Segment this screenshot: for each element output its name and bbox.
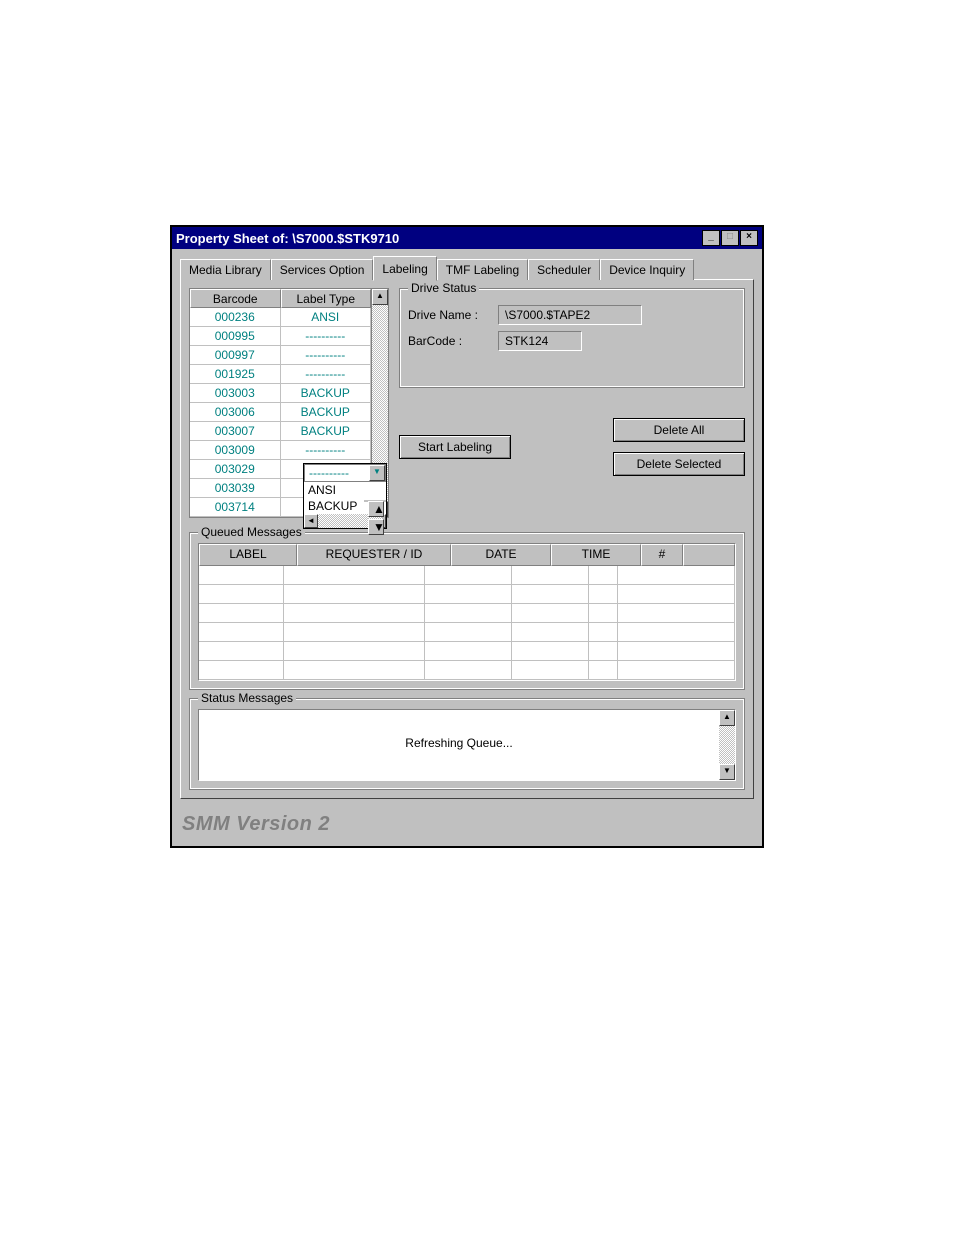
combo-option[interactable]: BACKUP — [304, 498, 372, 514]
barcode-label: BarCode : — [408, 334, 498, 348]
col-requester[interactable]: REQUESTER / ID — [297, 544, 451, 566]
table-row[interactable]: 000236ANSI — [190, 308, 371, 327]
minimize-button[interactable]: _ — [702, 230, 720, 246]
start-labeling-button[interactable]: Start Labeling — [399, 435, 511, 459]
combo-vertical-scrollbar[interactable]: ▲ ▼ — [364, 500, 386, 502]
table-row[interactable] — [199, 566, 735, 585]
table-row[interactable] — [199, 661, 735, 680]
footer-version: SMM Version 2 — [172, 807, 762, 846]
queued-messages-table[interactable]: LABEL REQUESTER / ID DATE TIME # — [198, 543, 736, 681]
status-messages-legend: Status Messages — [198, 691, 296, 705]
scroll-up-icon[interactable]: ▲ — [368, 501, 384, 517]
table-row[interactable]: 000997---------- — [190, 346, 371, 365]
drive-name-value: \S7000.$TAPE2 — [498, 305, 642, 325]
tabs: Media Library Services Option Labeling T… — [180, 255, 754, 280]
label-type-combo[interactable]: ---------- ▼ ANSI BACKUP ▲ ▼ — [303, 463, 387, 529]
chevron-down-icon[interactable]: ▼ — [369, 465, 385, 481]
tab-panel-labeling: Barcode Label Type 000236ANSI 000995----… — [180, 279, 754, 799]
titlebar: Property Sheet of: \S7000.$STK9710 _ □ × — [172, 227, 762, 249]
tab-labeling[interactable]: Labeling — [373, 256, 436, 281]
maximize-button: □ — [721, 230, 739, 246]
barcode-table-wrap: Barcode Label Type 000236ANSI 000995----… — [189, 288, 389, 518]
delete-all-button[interactable]: Delete All — [613, 418, 745, 442]
status-text: Refreshing Queue... — [199, 710, 719, 780]
scroll-down-icon[interactable]: ▼ — [719, 764, 735, 780]
close-button[interactable]: × — [740, 230, 758, 246]
scroll-up-icon[interactable]: ▲ — [372, 289, 388, 305]
col-time[interactable]: TIME — [551, 544, 641, 566]
table-row[interactable]: 000995---------- — [190, 327, 371, 346]
status-messages-group: Status Messages Refreshing Queue... ▲ ▼ — [189, 698, 745, 790]
property-sheet-window: Property Sheet of: \S7000.$STK9710 _ □ ×… — [170, 225, 764, 848]
barcode-value: STK124 — [498, 331, 582, 351]
barcode-header-barcode[interactable]: Barcode — [190, 289, 281, 308]
col-num[interactable]: # — [641, 544, 683, 566]
drive-status-legend: Drive Status — [408, 281, 479, 295]
delete-selected-button[interactable]: Delete Selected — [613, 452, 745, 476]
barcode-header-label-type[interactable]: Label Type — [281, 289, 372, 308]
scroll-up-icon[interactable]: ▲ — [719, 710, 735, 726]
table-row[interactable]: 003007BACKUP — [190, 422, 371, 441]
window-title: Property Sheet of: \S7000.$STK9710 — [176, 231, 701, 246]
tab-services-option[interactable]: Services Option — [271, 259, 374, 280]
scroll-left-icon[interactable]: ◄ — [304, 514, 318, 528]
table-row[interactable] — [199, 604, 735, 623]
table-row[interactable]: 003006BACKUP — [190, 403, 371, 422]
table-row[interactable]: 003003BACKUP — [190, 384, 371, 403]
table-row[interactable] — [199, 642, 735, 661]
tab-scheduler[interactable]: Scheduler — [528, 259, 600, 280]
status-scrollbar[interactable]: ▲ ▼ — [719, 710, 735, 780]
tab-media-library[interactable]: Media Library — [180, 259, 271, 280]
table-row[interactable]: 001925---------- — [190, 365, 371, 384]
table-row[interactable]: 003009---------- — [190, 441, 371, 460]
scroll-down-icon[interactable]: ▼ — [368, 519, 384, 535]
table-row[interactable] — [199, 585, 735, 604]
queued-messages-legend: Queued Messages — [198, 525, 305, 539]
queued-messages-group: Queued Messages LABEL REQUESTER / ID DAT… — [189, 532, 745, 690]
col-blank[interactable] — [683, 544, 735, 566]
drive-status-group: Drive Status Drive Name : \S7000.$TAPE2 … — [399, 288, 745, 388]
combo-display-text: ---------- — [305, 466, 369, 480]
combo-option[interactable]: ANSI — [304, 482, 372, 498]
col-date[interactable]: DATE — [451, 544, 551, 566]
table-row[interactable] — [199, 623, 735, 642]
tab-device-inquiry[interactable]: Device Inquiry — [600, 259, 694, 280]
col-label[interactable]: LABEL — [199, 544, 297, 566]
tab-tmf-labeling[interactable]: TMF Labeling — [437, 259, 528, 280]
drive-name-label: Drive Name : — [408, 308, 498, 322]
